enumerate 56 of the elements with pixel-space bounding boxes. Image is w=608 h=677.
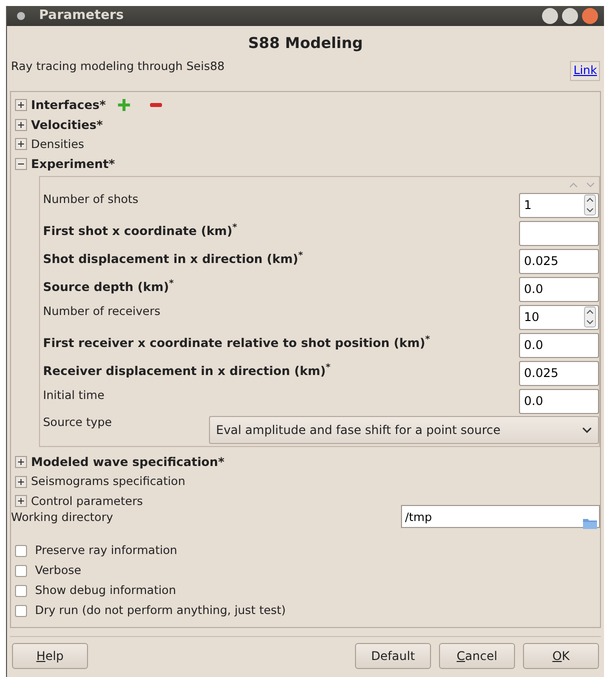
checkbox[interactable]	[15, 565, 27, 577]
section-label[interactable]: Densities	[31, 136, 84, 153]
input-field[interactable]	[519, 220, 599, 246]
input-field[interactable]: 0.025	[519, 248, 599, 274]
window-title: Parameters	[39, 7, 124, 25]
expand-icon[interactable]	[15, 118, 27, 131]
expand-icon[interactable]	[15, 456, 27, 468]
field-label: Working directory	[11, 509, 114, 526]
spin-arrows-icon[interactable]	[584, 306, 596, 328]
input-field[interactable]: 0.025	[519, 360, 599, 386]
expand-icon[interactable]	[15, 99, 27, 112]
field-label: Initial time	[43, 386, 104, 404]
remove-icon[interactable]	[150, 103, 162, 108]
section-title[interactable]: Experiment*	[31, 154, 115, 173]
path-field[interactable]: /tmp	[401, 505, 600, 528]
dialog-button[interactable]: OK	[523, 643, 599, 669]
link[interactable]: Link	[570, 61, 600, 80]
checkbox-label: Dry run (do not perform anything, just test)	[35, 602, 286, 620]
expand-icon[interactable]	[15, 495, 27, 508]
checkbox-label: Show debug information	[35, 582, 176, 600]
checkbox-label: Verbose	[35, 562, 82, 580]
field-label: Receiver displacement in x direction (km)$^{*}$	[43, 362, 330, 380]
section-label[interactable]: Seismograms specification	[31, 473, 186, 490]
field-label: First receiver x coordinate relative to shot position (km)$^{*}$	[43, 334, 430, 352]
expand-icon[interactable]	[15, 476, 27, 488]
field-label: Source depth (km)$^{*}$	[43, 278, 174, 296]
checkbox[interactable]	[15, 605, 27, 617]
collapse-icon[interactable]	[15, 158, 27, 170]
window-menu-icon[interactable]	[17, 12, 25, 20]
input-field[interactable]: 0.0	[519, 332, 599, 358]
dialog-button[interactable]: Default	[355, 643, 431, 669]
minimize-button[interactable]	[542, 8, 558, 24]
field-label: Number of receivers	[43, 302, 160, 320]
field-label: First shot x coordinate (km)$^{*}$	[43, 222, 238, 240]
maximize-button[interactable]	[562, 8, 578, 24]
input-field[interactable]: 0.0	[519, 388, 599, 414]
close-button[interactable]	[582, 8, 598, 24]
field-label: Number of shots	[43, 190, 138, 208]
chevron-down-icon	[582, 426, 592, 432]
section-title[interactable]: Velocities*	[31, 116, 103, 134]
dropdown[interactable]: Eval amplitude and fase shift for a point source	[209, 416, 599, 444]
checkbox[interactable]	[15, 585, 27, 597]
checkbox[interactable]	[15, 545, 27, 557]
help-button[interactable]: Help	[12, 643, 88, 669]
section-title[interactable]: Modeled wave specification*	[31, 453, 224, 472]
dialog-heading: S88 Modeling	[247, 32, 364, 54]
input-field[interactable]: 0.0	[519, 276, 599, 302]
spin-arrows-icon[interactable]	[584, 194, 596, 216]
field-label: Shot displacement in x direction (km)$^{*}$	[43, 250, 303, 268]
field-label: Source type	[43, 414, 112, 430]
section-label[interactable]: Control parameters	[31, 492, 143, 510]
dialog-button[interactable]: Cancel	[439, 643, 515, 669]
expand-icon[interactable]	[15, 138, 27, 150]
section-title[interactable]: Interfaces*	[31, 96, 106, 114]
checkbox-label: Preserve ray information	[35, 542, 178, 560]
description-text: Ray tracing modeling through Seis88	[11, 58, 225, 75]
